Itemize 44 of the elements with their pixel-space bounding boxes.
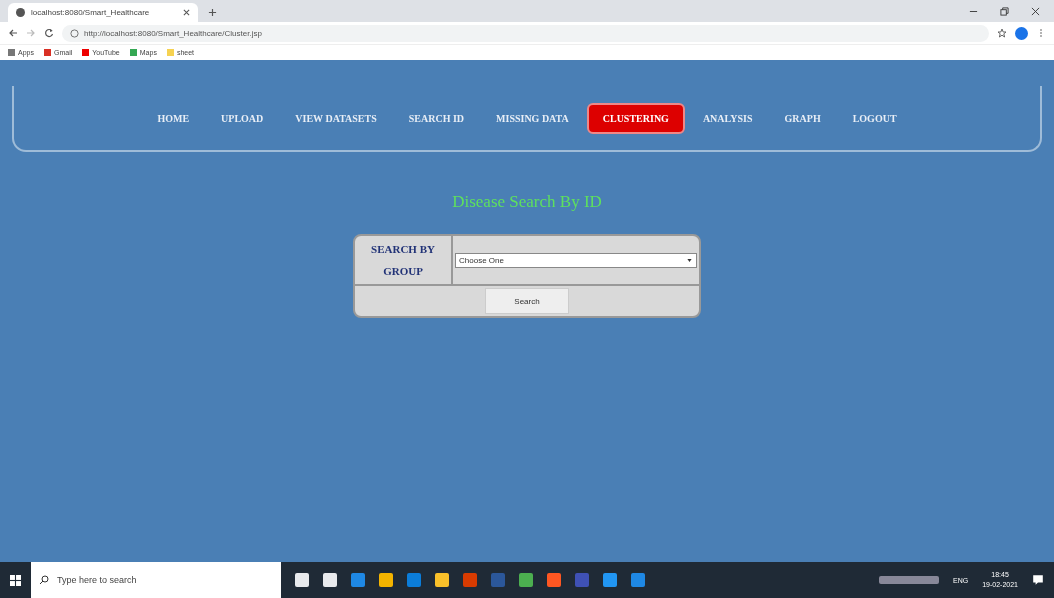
star-icon[interactable] (997, 28, 1007, 38)
taskbar-app-icon[interactable] (323, 573, 337, 587)
nav-link[interactable]: MISSING DATA (482, 104, 583, 132)
tab-title: localhost:8080/Smart_Healthcare (31, 8, 151, 17)
taskbar-app-icon[interactable] (407, 573, 421, 587)
new-tab-icon[interactable] (208, 8, 217, 17)
nav-link[interactable]: HOME (143, 104, 204, 132)
dropdown-arrow-icon (686, 256, 693, 264)
restore-icon[interactable] (1000, 7, 1009, 16)
address-field[interactable]: http://localhost:8080/Smart_Healthcare/Cluster.jsp (62, 24, 989, 42)
nav-link[interactable]: VIEW DATASETS (281, 104, 391, 132)
browser-tab[interactable]: localhost:8080/Smart_Healthcare (8, 3, 198, 22)
taskbar-app-icon[interactable] (351, 573, 365, 587)
back-icon[interactable] (8, 28, 18, 38)
forward-icon[interactable] (26, 28, 36, 38)
profile-avatar[interactable] (1015, 26, 1028, 40)
taskbar-app-icon[interactable] (631, 573, 645, 587)
reload-icon[interactable] (44, 28, 54, 38)
windows-start-icon[interactable] (10, 574, 21, 586)
taskbar-app-icon[interactable] (295, 573, 309, 587)
taskbar-app-icon[interactable] (379, 573, 393, 587)
group-dropdown[interactable]: Choose One (455, 252, 697, 268)
taskbar-search-field[interactable]: Type here to search (31, 562, 281, 598)
nav-link[interactable]: ANALYSIS (688, 104, 767, 132)
page-heading: Disease Search By ID (452, 192, 602, 212)
taskbar-app-icon[interactable] (603, 573, 617, 587)
nav-link[interactable]: SEARCH ID (394, 104, 479, 132)
nav-link[interactable]: CLUSTERING (586, 102, 685, 134)
nav-link[interactable]: UPLOAD (207, 104, 278, 132)
taskbar-app-icon[interactable] (547, 573, 561, 587)
close-icon[interactable] (1031, 7, 1040, 16)
nav-link[interactable]: LOGOUT (838, 104, 911, 132)
search-button[interactable]: Search (485, 288, 569, 314)
taskbar-app-icon[interactable] (575, 573, 589, 587)
taskbar-app-icon[interactable] (491, 573, 505, 587)
notification-icon[interactable] (1032, 574, 1044, 586)
search-icon (39, 575, 49, 585)
taskbar-app-icon[interactable] (435, 573, 449, 587)
close-icon[interactable] (183, 9, 190, 16)
info-icon[interactable] (70, 28, 79, 38)
taskbar-app-icon[interactable] (519, 573, 533, 587)
field-label: SEARCH BY GROUP (355, 236, 453, 284)
nav-link[interactable]: GRAPH (770, 104, 835, 132)
taskbar-app-icon[interactable] (463, 573, 477, 587)
